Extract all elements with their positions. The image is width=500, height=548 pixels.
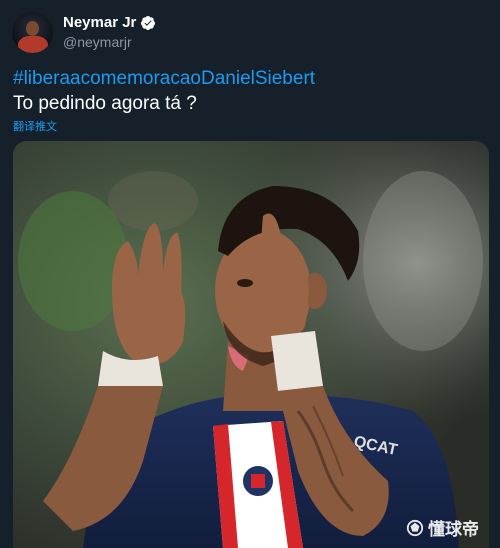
avatar-shirt: [18, 36, 48, 53]
watermark-text: 懂球帝: [428, 520, 479, 539]
photo-illustration: QCAT: [13, 141, 489, 548]
verified-badge-icon: [141, 15, 156, 30]
avatar-head: [26, 21, 39, 36]
dongqiudi-logo-icon: [406, 519, 424, 536]
author-name[interactable]: Neymar Jr: [63, 14, 136, 31]
author-handle[interactable]: @neymarjr: [63, 34, 132, 50]
tweet-text: To pedindo agora tá ?: [13, 93, 197, 114]
tweet-photo[interactable]: QCAT 懂球帝: [13, 141, 489, 548]
translate-tweet-link[interactable]: 翻译推文: [13, 118, 57, 134]
hashtag-link[interactable]: #liberaacomemoracaoDanielSiebert: [13, 68, 315, 90]
watermark: 懂球帝: [406, 515, 479, 540]
author-name-row[interactable]: Neymar Jr: [63, 14, 156, 31]
avatar[interactable]: [12, 12, 53, 53]
